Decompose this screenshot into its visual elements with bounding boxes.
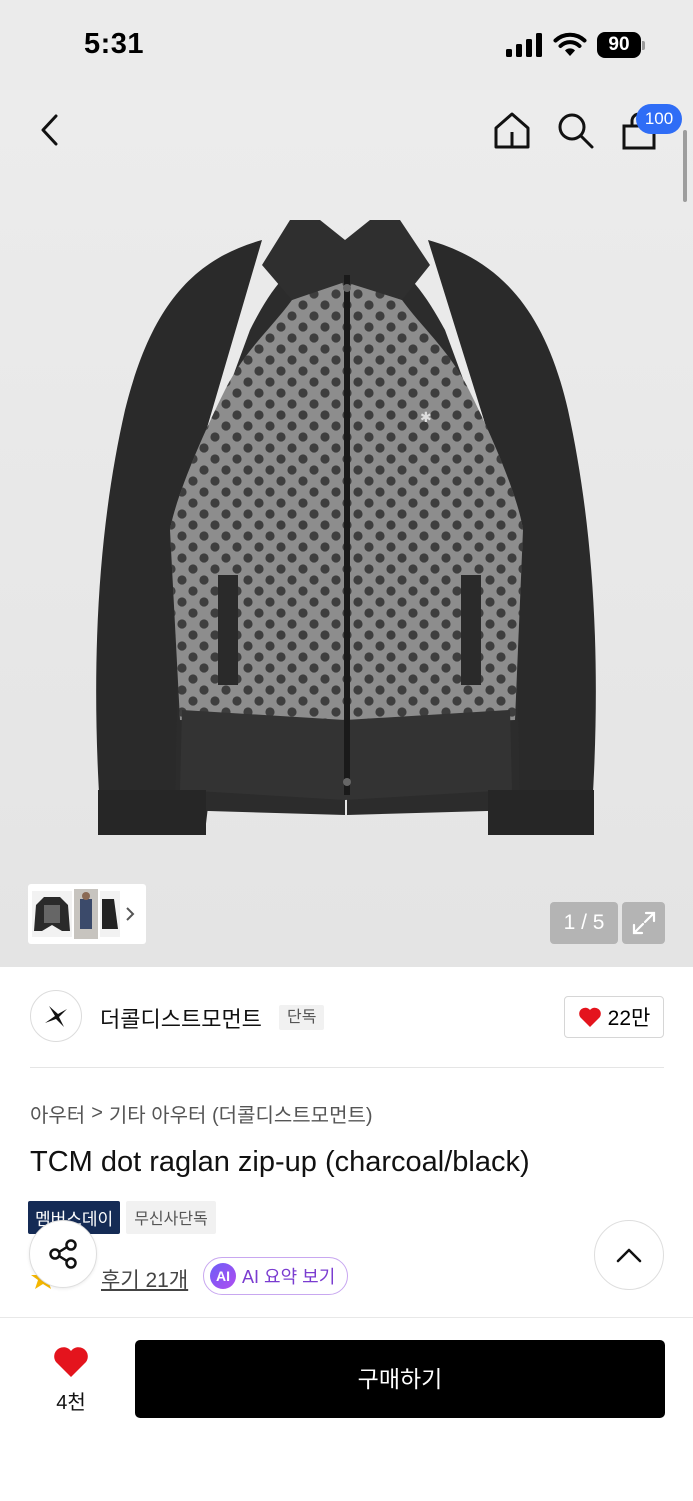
breadcrumb-separator: >	[91, 1102, 103, 1124]
search-icon	[558, 113, 594, 149]
product-jacket-image: ✱	[96, 220, 596, 835]
product-title: TCM dot raglan zip-up (charcoal/black)	[30, 1146, 530, 1178]
musinsa-exclusive-tag: 무신사단독	[126, 1201, 216, 1234]
thumbnail-model[interactable]	[74, 889, 98, 939]
exclusive-badge-label: 단독	[279, 1005, 325, 1030]
review-link[interactable]: 후기 21개	[101, 1264, 188, 1294]
favorite-heart-icon[interactable]	[52, 1345, 90, 1379]
status-time: 5:31	[84, 28, 145, 60]
thumbnail-back[interactable]	[100, 891, 120, 937]
ai-summary-button[interactable]: AI AI 요약 보기	[203, 1257, 349, 1295]
ai-summary-label: AI 요약 보기	[242, 1267, 336, 1287]
svg-text:✱: ✱	[420, 410, 432, 426]
share-icon	[49, 1239, 77, 1269]
buy-button[interactable]: 구매하기	[135, 1340, 665, 1418]
chevron-up-icon	[616, 1248, 642, 1263]
breadcrumb-other-outer[interactable]: 기타 아우터 (더콜디스트모먼트)	[109, 1099, 373, 1128]
back-button[interactable]	[28, 108, 72, 152]
thumbnail-strip[interactable]	[28, 884, 146, 944]
ai-icon: AI	[210, 1263, 236, 1289]
scrollbar[interactable]	[683, 130, 687, 202]
expand-button[interactable]	[622, 902, 665, 944]
brand-like-button[interactable]: 22만	[564, 996, 664, 1038]
exclusive-badge: 단독	[279, 1003, 325, 1030]
cellular-signal-icon	[506, 33, 542, 57]
brand-like-count: 22만	[607, 1007, 651, 1030]
wifi-icon	[553, 32, 587, 56]
search-button[interactable]	[553, 108, 597, 152]
battery-indicator: 90	[597, 32, 641, 58]
thumbnail-jacket[interactable]	[32, 891, 72, 937]
divider	[30, 1067, 664, 1068]
home-icon	[494, 112, 530, 149]
scroll-top-button[interactable]	[594, 1220, 664, 1290]
heart-icon	[578, 1007, 601, 1027]
expand-icon	[632, 911, 655, 935]
brand-name[interactable]: 더콜디스트모먼트	[100, 1002, 262, 1034]
share-button[interactable]	[29, 1220, 97, 1288]
battery-tip	[642, 41, 645, 50]
favorite-count: 4천	[56, 1392, 86, 1414]
brand-star-icon	[45, 1006, 67, 1027]
brand-logo[interactable]	[30, 990, 82, 1042]
breadcrumb: 아우터 > 기타 아우터 (더콜디스트모먼트)	[30, 1099, 373, 1128]
image-counter: 1 / 5	[550, 902, 618, 944]
chevron-left-icon	[41, 114, 58, 146]
chevron-right-icon	[126, 907, 135, 921]
home-button[interactable]	[490, 108, 534, 152]
cart-count-badge: 100	[636, 104, 682, 134]
product-image-gallery[interactable]: ✱	[0, 90, 693, 967]
breadcrumb-outer[interactable]: 아우터	[30, 1099, 85, 1128]
